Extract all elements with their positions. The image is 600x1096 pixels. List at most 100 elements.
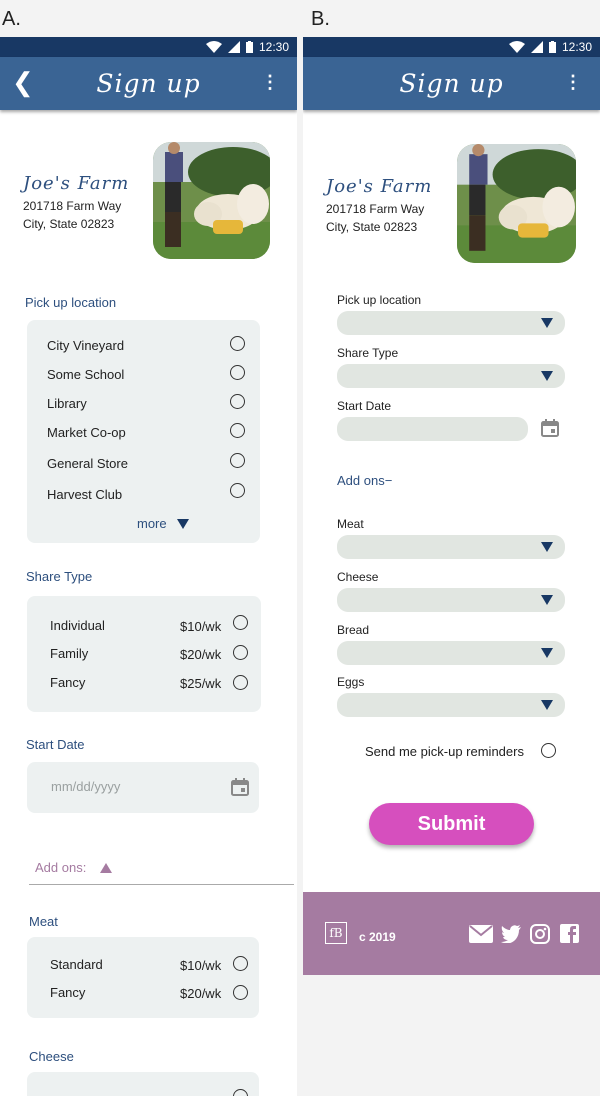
- reminder-radio[interactable]: [541, 743, 556, 758]
- start-date-input[interactable]: mm/dd/yyyy: [27, 762, 259, 813]
- app-bar: Sign up ⋮: [303, 57, 600, 110]
- chevron-down-icon: [541, 700, 553, 710]
- start-date-placeholder: mm/dd/yyyy: [51, 779, 121, 794]
- meat-option-label: Standard: [50, 957, 103, 972]
- pickup-option-label: City Vineyard: [47, 338, 125, 353]
- battery-icon: [245, 41, 253, 53]
- pickup-option-radio[interactable]: [230, 365, 245, 380]
- share-type-dropdown[interactable]: [337, 364, 565, 388]
- pickup-option-label: Market Co-op: [47, 425, 126, 440]
- share-type-label: Share Type: [26, 569, 93, 584]
- more-label: more: [137, 516, 167, 531]
- cheese-label: Cheese: [337, 570, 379, 584]
- pickup-option-radio[interactable]: [230, 483, 245, 498]
- cheese-card: [27, 1072, 259, 1096]
- signal-icon: [530, 41, 543, 53]
- battery-icon: [548, 41, 556, 53]
- back-arrow-icon[interactable]: ❮: [12, 69, 34, 95]
- cheese-option-radio[interactable]: [233, 1089, 248, 1096]
- status-time: 12:30: [561, 40, 592, 54]
- start-date-input[interactable]: [337, 417, 528, 441]
- copyright-text: c 2019: [359, 930, 396, 944]
- email-icon[interactable]: [469, 925, 493, 943]
- triangle-down-icon: [176, 518, 189, 529]
- more-toggle[interactable]: more: [137, 516, 189, 531]
- farm-address-line2: City, State 02823: [326, 220, 418, 234]
- twitter-icon[interactable]: [501, 925, 521, 943]
- facebook-icon[interactable]: [560, 924, 579, 943]
- share-option-label: Family: [50, 646, 89, 661]
- chevron-down-icon: [541, 371, 553, 381]
- pickup-option-label: Harvest Club: [47, 487, 123, 502]
- bread-label: Bread: [337, 623, 370, 637]
- phone-screen-a: 12:30 ❮ Sign up ⋮ Joe's Farm 201718 Farm…: [0, 37, 297, 1096]
- share-option-label: Fancy: [50, 675, 86, 690]
- pickup-option-radio[interactable]: [230, 336, 245, 351]
- chevron-down-icon: [541, 542, 553, 552]
- mockup-label-b: B.: [311, 8, 330, 30]
- start-date-label: Start Date: [26, 737, 85, 752]
- pickup-option-radio[interactable]: [230, 423, 245, 438]
- pickup-location-card: City Vineyard Some School Library Market…: [27, 320, 260, 543]
- farm-address-line1: 201718 Farm Way: [326, 202, 425, 216]
- pickup-location-label: Pick up location: [25, 295, 117, 310]
- bread-dropdown[interactable]: [337, 641, 565, 665]
- meat-option-price: $10/wk: [180, 958, 222, 973]
- farm-name: Joe's Farm: [326, 176, 433, 197]
- eggs-dropdown[interactable]: [337, 693, 565, 717]
- pickup-location-dropdown[interactable]: [337, 311, 565, 335]
- overflow-menu-icon[interactable]: ⋮: [564, 73, 582, 91]
- share-option-label: Individual: [50, 618, 105, 633]
- calendar-icon[interactable]: [541, 419, 559, 437]
- pickup-option-radio[interactable]: [230, 394, 245, 409]
- cheese-label: Cheese: [29, 1049, 74, 1064]
- page-title: Sign up: [399, 69, 504, 98]
- meat-option-price: $20/wk: [180, 986, 222, 1001]
- phone-screen-b: 12:30 Sign up ⋮ Joe's Farm 201718 Farm W…: [303, 37, 600, 975]
- page-title: Sign up: [96, 69, 201, 98]
- farm-address-line2: City, State 02823: [23, 217, 115, 231]
- status-time: 12:30: [258, 40, 289, 54]
- farm-photo: [153, 142, 270, 259]
- overflow-menu-icon[interactable]: ⋮: [261, 73, 279, 91]
- share-option-radio[interactable]: [233, 645, 248, 660]
- app-bar: ❮ Sign up ⋮: [0, 57, 297, 110]
- addons-toggle[interactable]: Add ons−: [337, 473, 392, 488]
- chevron-down-icon: [541, 595, 553, 605]
- meat-label: Meat: [29, 914, 58, 929]
- triangle-up-icon: [100, 862, 113, 873]
- share-option-price: $25/wk: [180, 676, 222, 691]
- pickup-option-radio[interactable]: [230, 453, 245, 468]
- calendar-icon[interactable]: [231, 778, 249, 796]
- meat-option-radio[interactable]: [233, 956, 248, 971]
- addons-label: Add ons:: [35, 860, 87, 875]
- status-bar: 12:30: [303, 37, 600, 57]
- status-bar: 12:30: [0, 37, 297, 57]
- reminder-label: Send me pick-up reminders: [365, 744, 524, 759]
- share-option-radio[interactable]: [233, 615, 248, 630]
- chevron-down-icon: [541, 648, 553, 658]
- instagram-icon[interactable]: [530, 924, 550, 944]
- share-type-label: Share Type: [337, 346, 399, 360]
- addons-toggle[interactable]: Add ons:: [35, 860, 113, 875]
- share-option-radio[interactable]: [233, 675, 248, 690]
- meat-card: Standard $10/wk Fancy $20/wk: [27, 937, 259, 1018]
- share-option-price: $20/wk: [180, 647, 222, 662]
- submit-button[interactable]: Submit: [369, 803, 534, 845]
- signal-icon: [227, 41, 240, 53]
- share-type-card: Individual $10/wk Family $20/wk Fancy $2…: [27, 596, 261, 712]
- meat-option-label: Fancy: [50, 985, 86, 1000]
- share-option-price: $10/wk: [180, 619, 222, 634]
- addons-divider: [29, 884, 294, 885]
- meat-option-radio[interactable]: [233, 985, 248, 1000]
- meat-dropdown[interactable]: [337, 535, 565, 559]
- meat-label: Meat: [337, 517, 364, 531]
- pickup-location-label: Pick up location: [337, 293, 422, 307]
- farm-photo: [457, 144, 576, 263]
- mockup-label-a: A.: [2, 8, 21, 30]
- farm-name: Joe's Farm: [23, 173, 130, 194]
- farm-address-line1: 201718 Farm Way: [23, 199, 122, 213]
- cheese-dropdown[interactable]: [337, 588, 565, 612]
- start-date-label: Start Date: [337, 399, 392, 413]
- wifi-icon: [205, 41, 222, 53]
